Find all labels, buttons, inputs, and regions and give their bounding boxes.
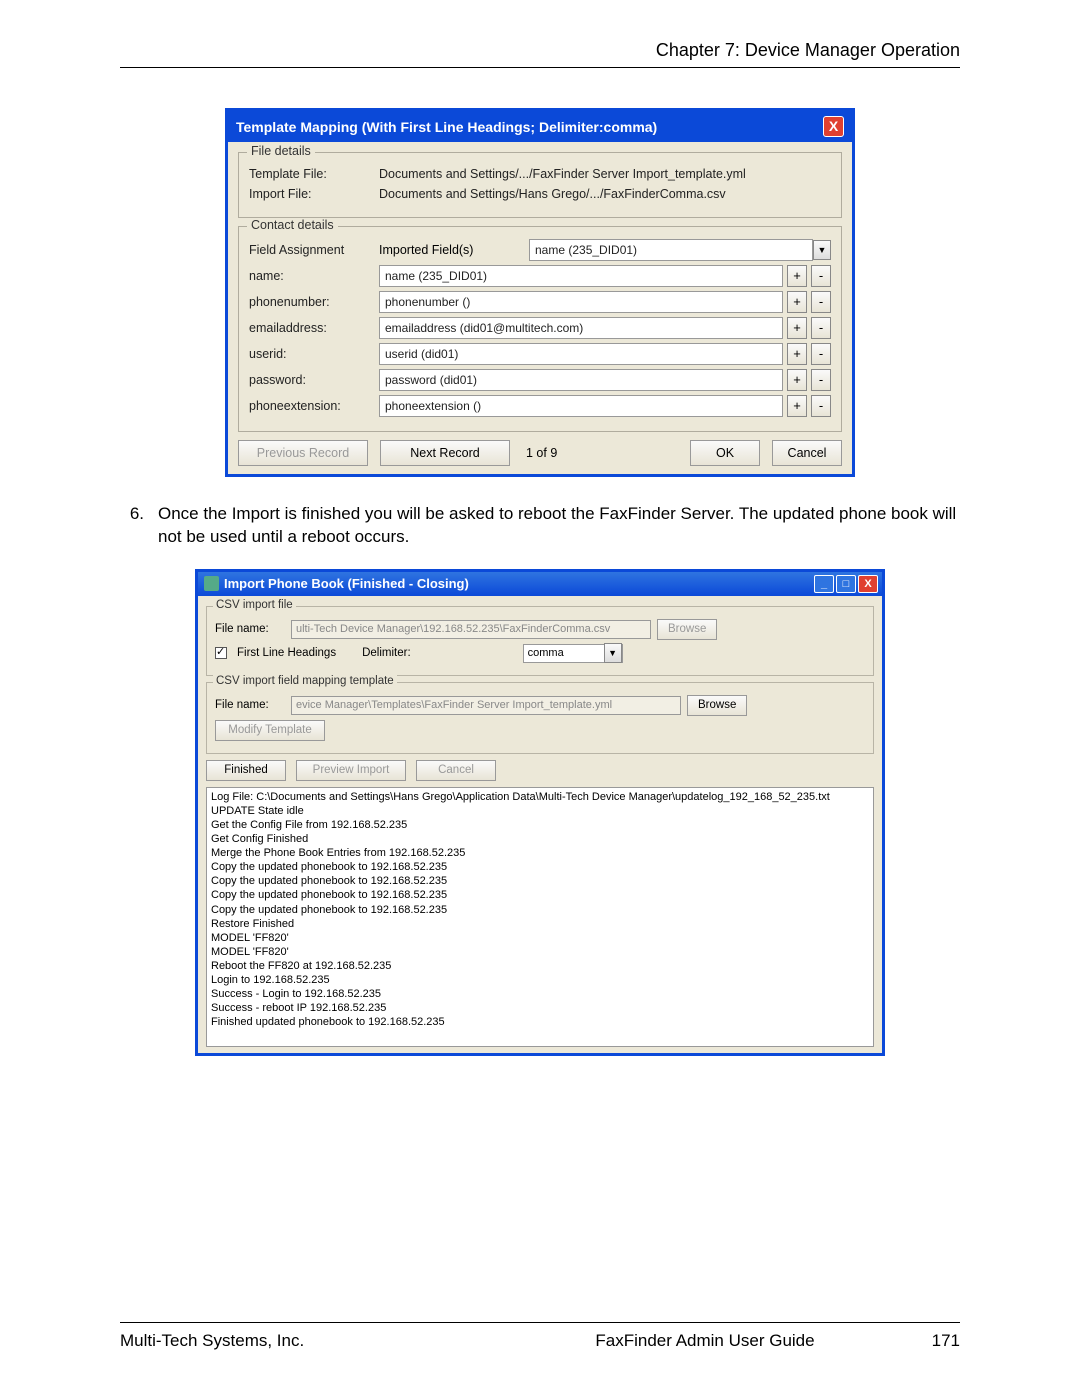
action-row: Finished Preview Import Cancel bbox=[206, 760, 874, 781]
mapping-template-legend: CSV import field mapping template bbox=[213, 675, 397, 687]
dlg1-bottom-row: Previous Record Next Record 1 of 9 OK Ca… bbox=[238, 440, 842, 466]
footer-right: 171 bbox=[900, 1331, 960, 1351]
contact-row-input[interactable]: name (235_DID01) bbox=[379, 265, 783, 287]
cancel-button[interactable]: Cancel bbox=[772, 440, 842, 466]
finished-button[interactable]: Finished bbox=[206, 760, 286, 781]
template-file-label: Template File: bbox=[249, 167, 379, 181]
modify-template-button[interactable]: Modify Template bbox=[215, 720, 325, 741]
first-line-label: First Line Headings bbox=[237, 647, 336, 659]
cancel-import-button[interactable]: Cancel bbox=[416, 760, 496, 781]
plus-button[interactable]: + bbox=[787, 369, 807, 391]
import-file-value: Documents and Settings/Hans Grego/.../Fa… bbox=[379, 187, 831, 201]
plus-button[interactable]: + bbox=[787, 317, 807, 339]
previous-record-button[interactable]: Previous Record bbox=[238, 440, 368, 466]
minus-button[interactable]: - bbox=[811, 369, 831, 391]
minus-button[interactable]: - bbox=[811, 265, 831, 287]
dlg1-title: Template Mapping (With First Line Headin… bbox=[236, 119, 823, 135]
file-details-legend: File details bbox=[247, 144, 315, 158]
app-icon bbox=[204, 576, 219, 591]
contact-row-input[interactable]: userid (did01) bbox=[379, 343, 783, 365]
dlg1-body: File details Template File: Documents an… bbox=[228, 142, 852, 474]
template-mapping-dialog: Template Mapping (With First Line Headin… bbox=[225, 108, 855, 477]
step-text: Once the Import is finished you will be … bbox=[158, 503, 960, 549]
contact-row-label: phonenumber: bbox=[249, 295, 379, 309]
plus-button[interactable]: + bbox=[787, 265, 807, 287]
header-rule bbox=[120, 67, 960, 68]
import-file-label: Import File: bbox=[249, 187, 379, 201]
dlg1-titlebar: Template Mapping (With First Line Headin… bbox=[228, 111, 852, 142]
csv-import-legend: CSV import file bbox=[213, 599, 296, 611]
plus-button[interactable]: + bbox=[787, 343, 807, 365]
page-header: Chapter 7: Device Manager Operation bbox=[120, 40, 960, 61]
minimize-icon[interactable]: _ bbox=[814, 575, 834, 593]
chevron-down-icon[interactable]: ▼ bbox=[813, 240, 831, 260]
csv-filename-label: File name: bbox=[215, 623, 285, 635]
log-output: Log File: C:\Documents and Settings\Hans… bbox=[206, 787, 874, 1047]
close-icon[interactable]: X bbox=[823, 116, 844, 137]
file-details-fieldset: File details Template File: Documents an… bbox=[238, 152, 842, 218]
csv-filename-input[interactable]: ulti-Tech Device Manager\192.168.52.235\… bbox=[291, 620, 651, 639]
footer-center: FaxFinder Admin User Guide bbox=[510, 1331, 900, 1351]
plus-button[interactable]: + bbox=[787, 291, 807, 313]
contact-row-label: phoneextension: bbox=[249, 399, 379, 413]
contact-details-fieldset: Contact details Field Assignment Importe… bbox=[238, 226, 842, 432]
footer-left: Multi-Tech Systems, Inc. bbox=[120, 1331, 510, 1351]
preview-import-button[interactable]: Preview Import bbox=[296, 760, 406, 781]
contact-row-label: emailaddress: bbox=[249, 321, 379, 335]
contact-row-label: password: bbox=[249, 373, 379, 387]
imported-fields-select[interactable]: name (235_DID01) bbox=[529, 239, 813, 261]
contact-row-label: name: bbox=[249, 269, 379, 283]
contact-row-label: userid: bbox=[249, 347, 379, 361]
step-number: 6. bbox=[120, 503, 158, 549]
minus-button[interactable]: - bbox=[811, 291, 831, 313]
minus-button[interactable]: - bbox=[811, 343, 831, 365]
ok-button[interactable]: OK bbox=[690, 440, 760, 466]
contact-row-input[interactable]: emailaddress (did01@multitech.com) bbox=[379, 317, 783, 339]
template-file-value: Documents and Settings/.../FaxFinder Ser… bbox=[379, 167, 831, 181]
dlg2-body: CSV import file File name: ulti-Tech Dev… bbox=[198, 596, 882, 1053]
plus-button[interactable]: + bbox=[787, 395, 807, 417]
contact-row-input[interactable]: phonenumber () bbox=[379, 291, 783, 313]
close-icon[interactable]: X bbox=[858, 575, 878, 593]
minus-button[interactable]: - bbox=[811, 395, 831, 417]
delimiter-label: Delimiter: bbox=[362, 647, 411, 659]
dlg2-titlebar: Import Phone Book (Finished - Closing) _… bbox=[198, 572, 882, 596]
record-counter: 1 of 9 bbox=[526, 446, 557, 460]
contact-row-input[interactable]: password (did01) bbox=[379, 369, 783, 391]
minus-button[interactable]: - bbox=[811, 317, 831, 339]
maximize-icon[interactable]: □ bbox=[836, 575, 856, 593]
delimiter-value: comma bbox=[524, 647, 604, 659]
page-footer: Multi-Tech Systems, Inc. FaxFinder Admin… bbox=[120, 1322, 960, 1351]
csv-import-fieldset: CSV import file File name: ulti-Tech Dev… bbox=[206, 606, 874, 676]
field-assignment-label: Field Assignment bbox=[249, 243, 379, 257]
dlg2-title: Import Phone Book (Finished - Closing) bbox=[224, 576, 814, 591]
contact-row-input[interactable]: phoneextension () bbox=[379, 395, 783, 417]
map-browse-button[interactable]: Browse bbox=[687, 695, 747, 716]
chevron-down-icon[interactable]: ▼ bbox=[604, 643, 622, 663]
import-phone-book-dialog: Import Phone Book (Finished - Closing) _… bbox=[195, 569, 885, 1056]
map-filename-input[interactable]: evice Manager\Templates\FaxFinder Server… bbox=[291, 696, 681, 715]
step-6: 6. Once the Import is finished you will … bbox=[120, 503, 960, 549]
imported-fields-label: Imported Field(s) bbox=[379, 243, 529, 257]
mapping-template-fieldset: CSV import field mapping template File n… bbox=[206, 682, 874, 754]
map-filename-label: File name: bbox=[215, 699, 285, 711]
next-record-button[interactable]: Next Record bbox=[380, 440, 510, 466]
csv-browse-button[interactable]: Browse bbox=[657, 619, 717, 640]
first-line-checkbox[interactable] bbox=[215, 647, 227, 659]
contact-details-legend: Contact details bbox=[247, 218, 338, 232]
delimiter-select[interactable]: comma ▼ bbox=[523, 644, 623, 663]
